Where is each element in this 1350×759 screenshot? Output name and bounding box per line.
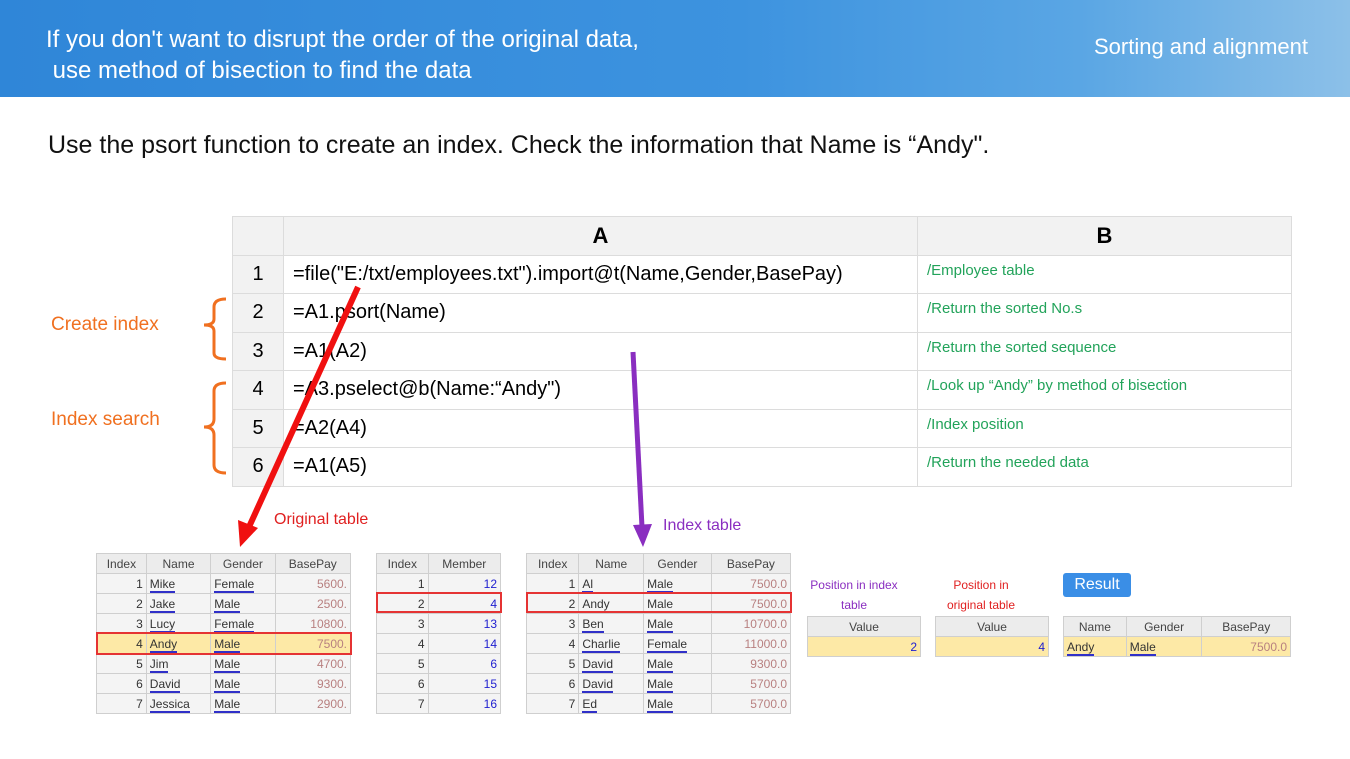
purple-arrow-line [630, 351, 645, 528]
red-arrow-head [238, 520, 258, 547]
annotations-overlay [203, 285, 652, 547]
purple-arrow-head [633, 524, 652, 547]
index-search-brace [203, 381, 227, 475]
create-index-brace [203, 297, 227, 361]
red-arrow-line [246, 285, 361, 529]
